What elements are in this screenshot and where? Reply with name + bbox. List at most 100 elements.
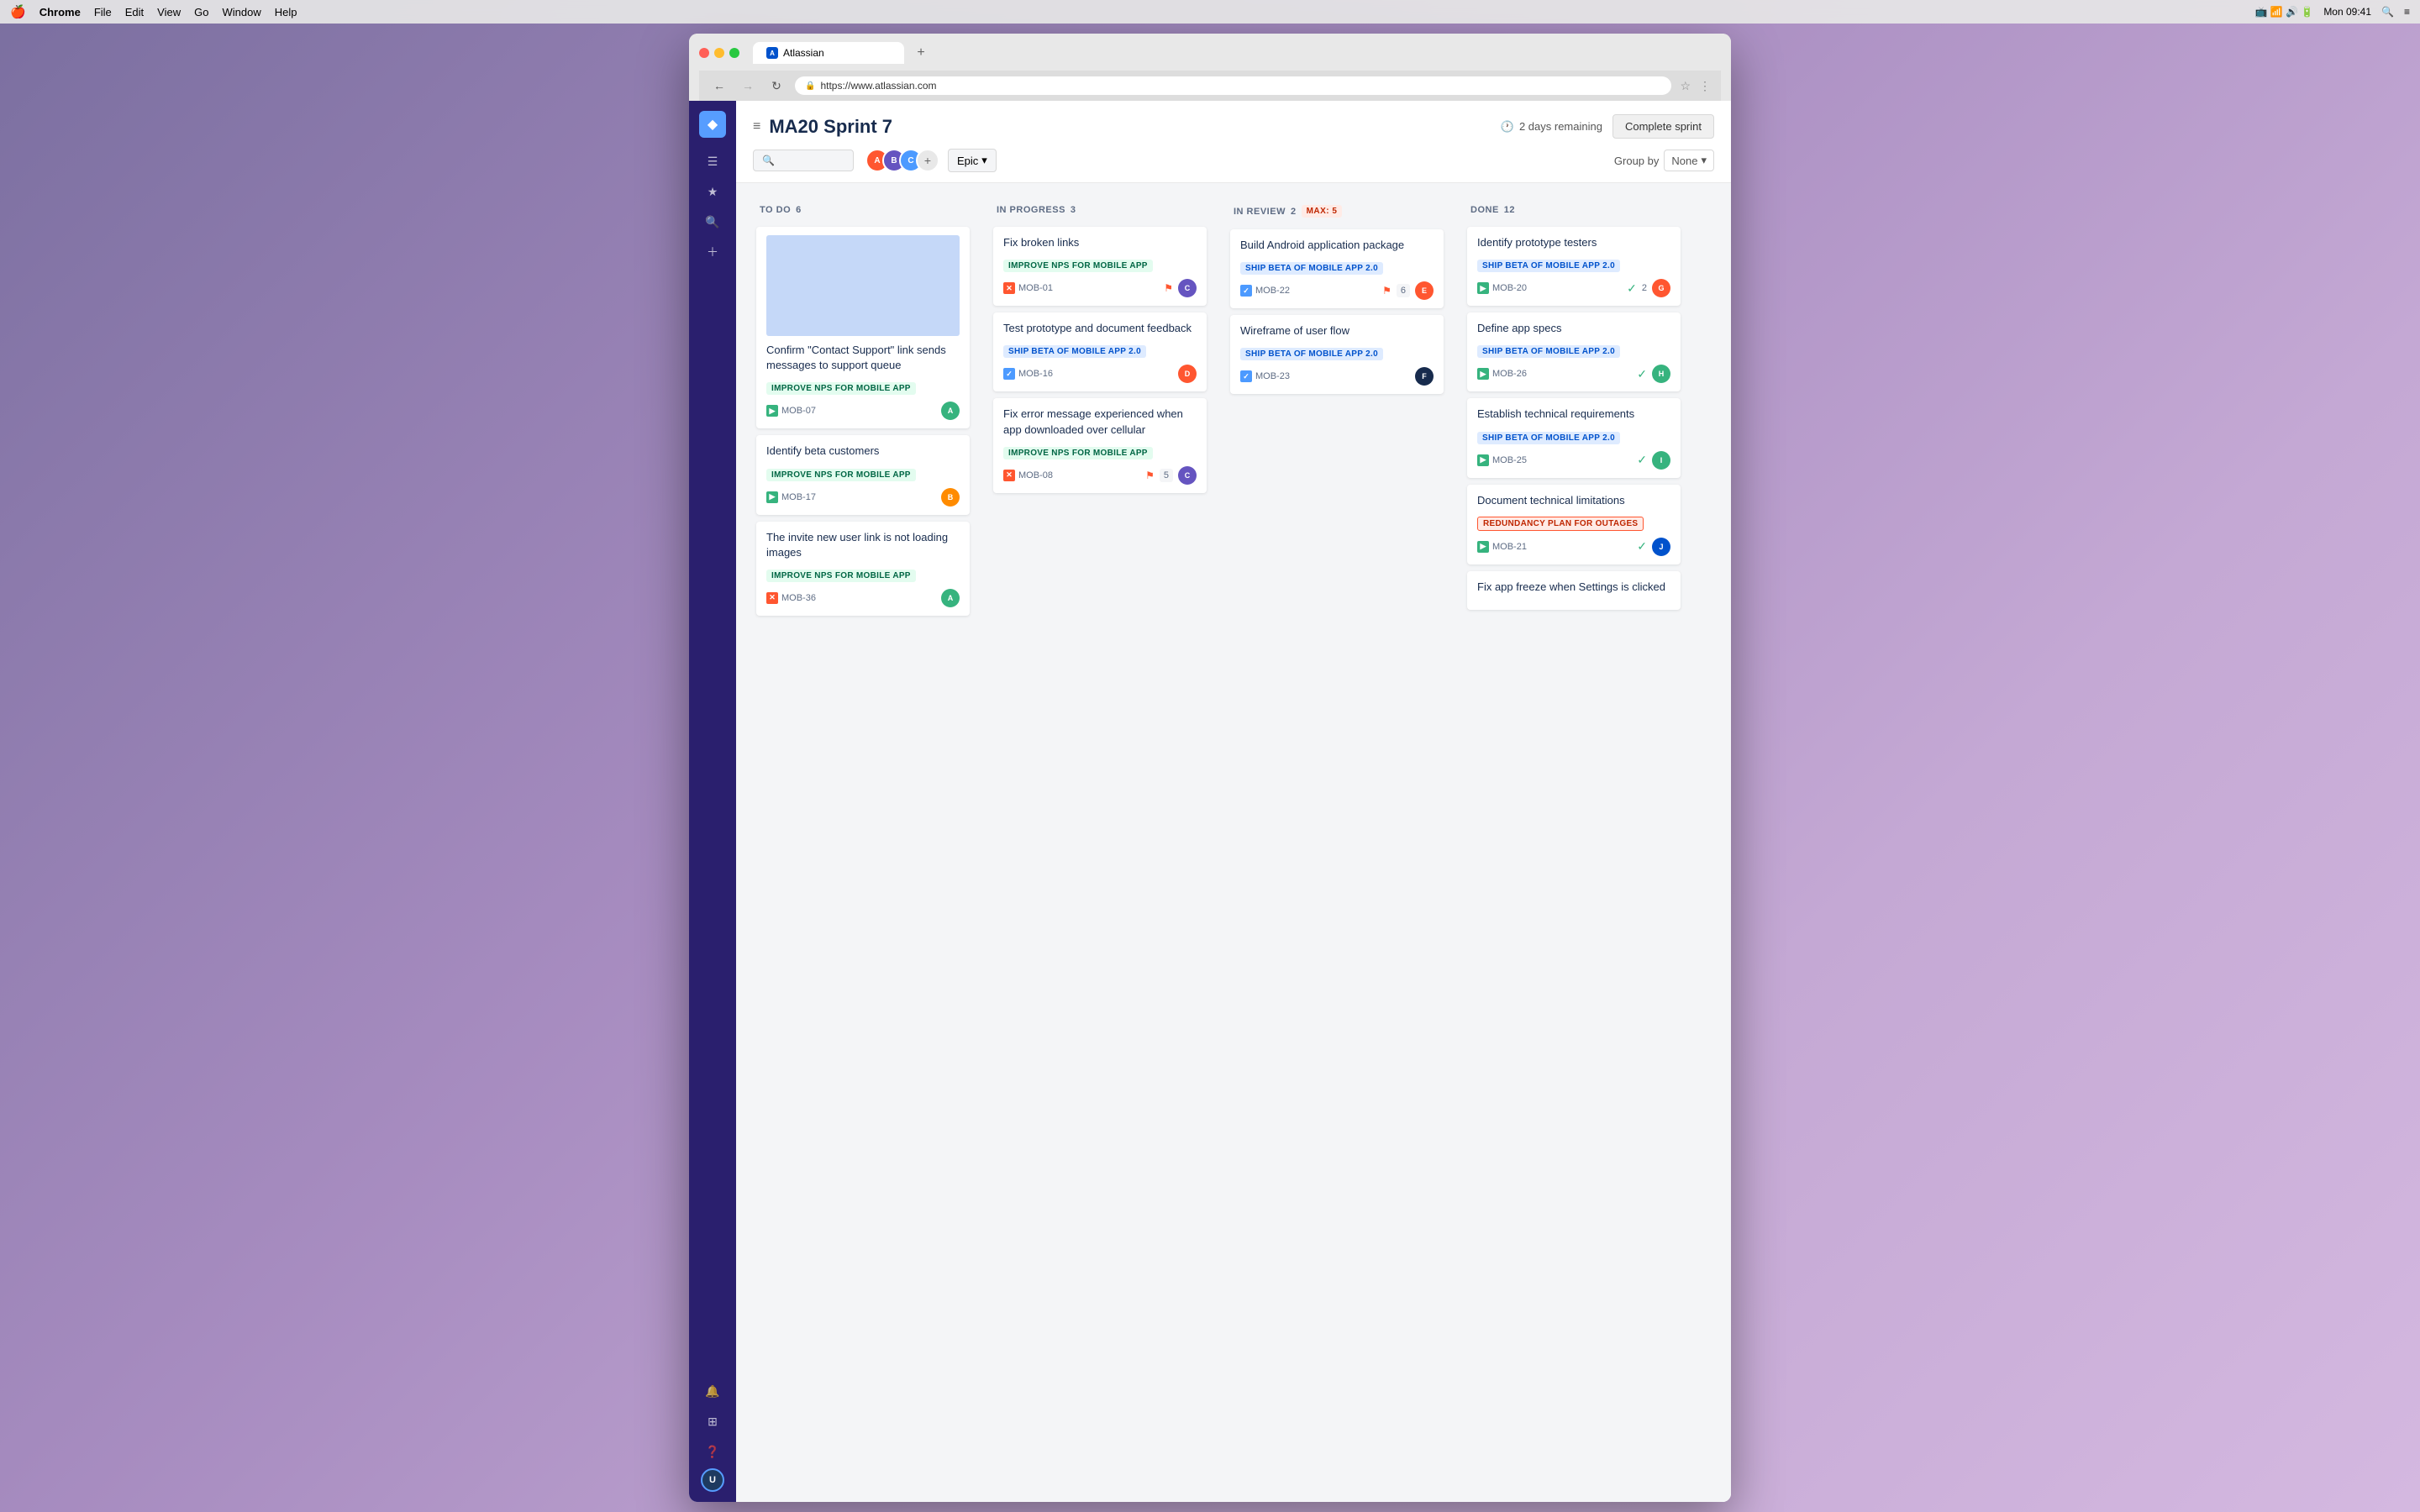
epic-filter[interactable]: Epic ▾: [948, 149, 997, 172]
tab-title: Atlassian: [783, 47, 824, 59]
nav-back-button[interactable]: ←: [709, 76, 729, 96]
checkmark-icon: ✓: [1637, 453, 1647, 467]
board-container: TO DO 6 Confirm "Contact Support" link s…: [736, 183, 1731, 1502]
card[interactable]: Build Android application package SHIP B…: [1230, 229, 1444, 308]
menubar-help[interactable]: Help: [275, 6, 297, 18]
url-text: https://www.atlassian.com: [820, 80, 936, 92]
sidebar-item-help[interactable]: ❓: [699, 1438, 726, 1465]
browser-content: ◆ ☰ ★ 🔍 ＋ 🔔 ⊞ ❓ U ≡ MA20 Sprint 7: [689, 101, 1731, 1502]
hamburger-icon[interactable]: ≡: [753, 119, 760, 134]
card[interactable]: Identify prototype testers SHIP BETA OF …: [1467, 227, 1681, 306]
sidebar-item-menu[interactable]: ☰: [699, 148, 726, 175]
address-bar[interactable]: 🔒 https://www.atlassian.com: [795, 76, 1671, 95]
card-points: 5: [1160, 469, 1173, 482]
column-label: DONE: [1470, 205, 1499, 215]
sprint-title-row: ≡ MA20 Sprint 7 🕐 2 days remaining Compl…: [753, 114, 1714, 139]
column-label: IN REVIEW: [1234, 207, 1286, 217]
clock-icon: 🕐: [1501, 120, 1514, 134]
maximize-button[interactable]: [729, 48, 739, 58]
days-remaining-text: 2 days remaining: [1519, 120, 1602, 133]
sidebar-item-create[interactable]: ＋: [699, 239, 726, 265]
card[interactable]: Fix app freeze when Settings is clicked: [1467, 571, 1681, 610]
new-tab-button[interactable]: +: [911, 43, 931, 63]
card-epic-badge: IMPROVE NPS FOR MOBILE APP: [1003, 447, 1153, 459]
menubar-go[interactable]: Go: [194, 6, 208, 18]
card-assignee-avatar: J: [1652, 538, 1670, 556]
card-title: Confirm "Contact Support" link sends mes…: [766, 343, 960, 373]
column-cards-inprogress: Fix broken links IMPROVE NPS FOR MOBILE …: [986, 223, 1213, 1488]
card-title: Identify beta customers: [766, 444, 960, 459]
card-id-text: MOB-16: [1018, 369, 1053, 379]
minimize-button[interactable]: [714, 48, 724, 58]
menubar-window[interactable]: Window: [222, 6, 260, 18]
menubar-edit[interactable]: Edit: [125, 6, 144, 18]
card-assignee-avatar: A: [941, 402, 960, 420]
complete-sprint-button[interactable]: Complete sprint: [1612, 114, 1714, 139]
search-box[interactable]: 🔍: [753, 150, 854, 171]
control-center-icon[interactable]: ≡: [2404, 6, 2410, 18]
card-assignee-avatar: B: [941, 488, 960, 507]
sprint-header: ≡ MA20 Sprint 7 🕐 2 days remaining Compl…: [736, 101, 1731, 183]
card-assignee-avatar: D: [1178, 365, 1197, 383]
traffic-lights: [699, 48, 739, 58]
nav-reload-button[interactable]: ↻: [766, 76, 786, 96]
card[interactable]: Define app specs SHIP BETA OF MOBILE APP…: [1467, 312, 1681, 391]
card-epic-badge: IMPROVE NPS FOR MOBILE APP: [766, 570, 916, 582]
card[interactable]: Confirm "Contact Support" link sends mes…: [756, 227, 970, 428]
sidebar-item-apps[interactable]: ⊞: [699, 1408, 726, 1435]
card-id-text: MOB-01: [1018, 283, 1053, 293]
search-menu-icon[interactable]: 🔍: [2381, 6, 2394, 18]
close-button[interactable]: [699, 48, 709, 58]
column-cards-inreview: Build Android application package SHIP B…: [1223, 226, 1450, 1488]
active-tab[interactable]: A Atlassian: [753, 42, 904, 64]
sidebar-item-starred[interactable]: ★: [699, 178, 726, 205]
column-done: DONE 12 Identify prototype testers SHIP …: [1460, 197, 1687, 1488]
column-todo: TO DO 6 Confirm "Contact Support" link s…: [750, 197, 976, 1488]
more-icon[interactable]: ⋮: [1699, 79, 1711, 93]
group-by-select[interactable]: None ▾: [1664, 150, 1714, 171]
checkmark-icon: ✓: [1627, 281, 1637, 296]
card-id-text: MOB-26: [1492, 369, 1527, 379]
column-cards-todo: Confirm "Contact Support" link sends mes…: [750, 223, 976, 1488]
card[interactable]: Identify beta customers IMPROVE NPS FOR …: [756, 435, 970, 514]
sidebar-item-search[interactable]: 🔍: [699, 208, 726, 235]
card[interactable]: Fix error message experienced when app d…: [993, 398, 1207, 492]
nav-forward-button[interactable]: →: [738, 76, 758, 96]
add-people-button[interactable]: +: [916, 149, 939, 172]
column-header-inreview: IN REVIEW 2 MAX: 5: [1223, 197, 1450, 226]
card-id-text: MOB-17: [781, 492, 816, 502]
chevron-down-icon: ▾: [981, 154, 987, 167]
card-id-text: MOB-21: [1492, 542, 1527, 552]
task-icon: ✓: [1240, 370, 1252, 382]
card-id: ▶ MOB-20: [1477, 282, 1527, 294]
card-title: Document technical limitations: [1477, 493, 1670, 508]
card-meta: ✓I: [1637, 451, 1670, 470]
apple-logo-icon[interactable]: 🍎: [10, 4, 26, 19]
menubar-file[interactable]: File: [94, 6, 112, 18]
jira-logo[interactable]: ◆: [699, 111, 726, 138]
column-cards-done: Identify prototype testers SHIP BETA OF …: [1460, 223, 1687, 1488]
card-title: Wireframe of user flow: [1240, 323, 1434, 339]
column-count: 3: [1071, 205, 1076, 215]
bookmark-icon[interactable]: ☆: [1680, 79, 1691, 93]
main-area: ≡ MA20 Sprint 7 🕐 2 days remaining Compl…: [736, 101, 1731, 1502]
card[interactable]: Document technical limitations REDUNDANC…: [1467, 485, 1681, 564]
user-avatar[interactable]: U: [701, 1468, 724, 1492]
card-epic-badge: SHIP BETA OF MOBILE APP 2.0: [1240, 348, 1383, 360]
card-footer: ▶ MOB-17 B: [766, 488, 960, 507]
menubar-view[interactable]: View: [157, 6, 181, 18]
card[interactable]: Test prototype and document feedback SHI…: [993, 312, 1207, 391]
sidebar-item-notifications[interactable]: 🔔: [699, 1378, 726, 1404]
card-assignee-avatar: C: [1178, 279, 1197, 297]
chevron-down-icon-2: ▾: [1701, 154, 1707, 167]
card[interactable]: Fix broken links IMPROVE NPS FOR MOBILE …: [993, 227, 1207, 306]
card[interactable]: Establish technical requirements SHIP BE…: [1467, 398, 1681, 477]
card-epic-badge: SHIP BETA OF MOBILE APP 2.0: [1477, 345, 1620, 358]
card[interactable]: Wireframe of user flow SHIP BETA OF MOBI…: [1230, 315, 1444, 394]
lock-icon: 🔒: [805, 81, 815, 91]
card-id-text: MOB-22: [1255, 286, 1290, 296]
card-id: ▶ MOB-26: [1477, 368, 1527, 380]
card-epic-badge: SHIP BETA OF MOBILE APP 2.0: [1003, 345, 1146, 358]
card-footer: ✕ MOB-01 ⚑C: [1003, 279, 1197, 297]
card[interactable]: The invite new user link is not loading …: [756, 522, 970, 616]
